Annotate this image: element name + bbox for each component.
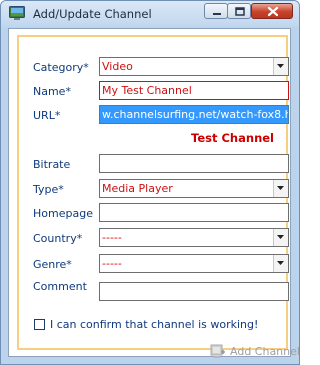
- url-label: URL*: [33, 109, 61, 122]
- window-title: Add/Update Channel: [33, 7, 152, 21]
- category-dropdown-button[interactable]: [273, 58, 288, 75]
- genre-select[interactable]: -----: [99, 254, 289, 273]
- add-update-channel-window: Add/Update Channel Category* Video Name*…: [0, 0, 300, 365]
- type-dropdown-button[interactable]: [273, 180, 288, 197]
- genre-label: Genre*: [33, 258, 72, 271]
- country-select[interactable]: -----: [99, 228, 289, 247]
- name-input[interactable]: My Test Channel: [99, 81, 289, 100]
- homepage-input[interactable]: [99, 203, 289, 222]
- category-label: Category*: [33, 61, 89, 74]
- country-label: Country*: [33, 232, 83, 245]
- chevron-down-icon: [277, 235, 284, 239]
- country-dropdown-button[interactable]: [273, 229, 288, 246]
- close-icon: [267, 6, 279, 17]
- maximize-button[interactable]: [227, 3, 251, 19]
- chevron-down-icon: [277, 64, 284, 68]
- test-channel-link[interactable]: Test Channel: [191, 131, 274, 145]
- bitrate-input[interactable]: [99, 154, 289, 173]
- add-channel-label: Add Channel: [230, 345, 300, 358]
- url-selected-text: w.channelsurfing.net/watch-fox8.html: [100, 106, 288, 123]
- type-value: Media Player: [102, 182, 173, 195]
- type-label: Type*: [33, 183, 64, 196]
- category-value: Video: [102, 60, 133, 73]
- add-channel-button[interactable]: Add Channel: [210, 343, 299, 362]
- title-bar[interactable]: Add/Update Channel: [1, 1, 299, 27]
- genre-dropdown-button[interactable]: [273, 255, 288, 272]
- name-label: Name*: [33, 85, 71, 98]
- chevron-down-icon: [277, 261, 284, 265]
- dialog-client-area: Category* Video Name* My Test Channel UR…: [8, 28, 299, 358]
- maximize-icon: [235, 7, 245, 16]
- minimize-button[interactable]: [204, 3, 228, 19]
- type-select[interactable]: Media Player: [99, 179, 289, 198]
- genre-value: -----: [102, 257, 122, 270]
- homepage-label: Homepage: [33, 207, 93, 220]
- chevron-down-icon: [277, 186, 284, 190]
- comment-label: Comment: [33, 280, 87, 293]
- category-select[interactable]: Video: [99, 57, 289, 76]
- tv-app-icon: [9, 6, 25, 21]
- confirm-working-label[interactable]: I can confirm that channel is working!: [50, 318, 258, 331]
- confirm-working-checkbox[interactable]: [34, 319, 45, 330]
- url-input[interactable]: w.channelsurfing.net/watch-fox8.html: [99, 105, 289, 124]
- minimize-icon: [213, 13, 221, 15]
- comment-input[interactable]: [99, 282, 289, 301]
- close-button[interactable]: [251, 3, 293, 19]
- country-value: -----: [102, 231, 122, 244]
- add-channel-icon: [210, 344, 226, 362]
- bitrate-label: Bitrate: [33, 158, 71, 171]
- channel-form-group: Category* Video Name* My Test Channel UR…: [17, 35, 299, 358]
